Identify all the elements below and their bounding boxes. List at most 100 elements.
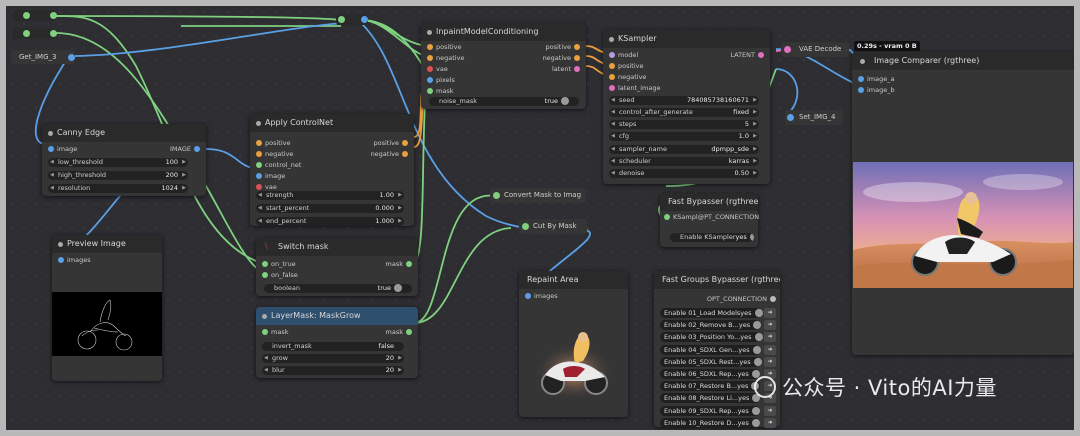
group-toggle[interactable]: Enable 08_Restore Li... yes <box>660 393 761 404</box>
slot-dot[interactable] <box>262 329 268 335</box>
group-toggle-row[interactable]: Enable 03_Position Yo... yes ➜ <box>660 332 780 343</box>
group-toggle[interactable]: Enable 03_Position Yo... yes <box>660 332 763 343</box>
ksampler-node[interactable]: KSampler model positive negative latent_… <box>603 30 770 184</box>
sampler-name-widget[interactable]: sampler_name dpmpp_sde <box>609 145 759 154</box>
input-slot-control-net[interactable]: control_net <box>256 161 301 169</box>
input-slot-negative[interactable]: negative <box>256 150 293 158</box>
navigate-arrow-icon[interactable]: ➜ <box>764 356 776 367</box>
input-slot-image[interactable]: image <box>48 145 77 153</box>
input-slot-images[interactable]: images <box>525 292 558 300</box>
output-slot-positive[interactable]: positive <box>546 43 580 51</box>
collapse-dot[interactable] <box>48 131 53 136</box>
navigate-arrow-icon[interactable]: ➜ <box>764 320 776 331</box>
output-slot-negative[interactable]: negative <box>371 150 408 158</box>
input-slot-negative[interactable]: negative <box>427 54 464 62</box>
input-slot-image[interactable]: image <box>256 172 285 180</box>
node-header[interactable]: Fast Groups Bypasser (rgthree) <box>654 271 780 289</box>
group-toggle-row[interactable]: Enable 05_SDXL Rest... yes ➜ <box>660 356 780 367</box>
output-slot-opt-connection[interactable]: OPT_CONNECTION <box>707 295 776 303</box>
slot-dot[interactable] <box>758 52 764 58</box>
group-toggle[interactable]: Enable 07_Restore B... yes <box>660 381 760 392</box>
collapse-dot[interactable] <box>58 242 63 247</box>
group-toggle[interactable]: Enable 09_SDXL Rep... yes <box>660 405 760 416</box>
apply-controlnet-node[interactable]: Apply ControlNet positive negative contr… <box>250 114 414 226</box>
node-header[interactable]: KSampler <box>603 30 770 48</box>
comparison-image[interactable] <box>853 162 1073 288</box>
control-after-generate-widget[interactable]: control_after_generate fixed <box>609 108 759 117</box>
input-slot-dot[interactable] <box>522 223 529 230</box>
navigate-arrow-icon[interactable]: ➜ <box>764 405 776 416</box>
enable-ksampler-toggle[interactable]: Enable KSampler yes <box>670 233 754 242</box>
slot-dot[interactable] <box>427 44 433 50</box>
output-slot-latent[interactable]: LATENT <box>730 51 764 59</box>
fast-bypasser-node[interactable]: Fast Bypasser (rgthree) KSampl@PT_CONNEC… <box>660 193 759 247</box>
reroute-dot[interactable] <box>50 30 57 37</box>
slot-dot[interactable] <box>664 214 670 220</box>
slot-dot[interactable] <box>427 66 433 72</box>
image-comparer-node[interactable]: Image Comparer (rgthree) image_a image_b <box>852 52 1074 355</box>
node-header[interactable]: Apply ControlNet <box>250 114 414 132</box>
input-slot-image-b[interactable]: image_b <box>858 86 895 94</box>
seed-widget[interactable]: seed 784085738160671 <box>609 96 759 105</box>
canny-edge-node[interactable]: Canny Edge image IMAGE low_threshold100 … <box>42 124 206 196</box>
resolution-widget[interactable]: resolution 1024 <box>48 184 188 193</box>
collapse-dot[interactable] <box>427 30 432 35</box>
slot-dot[interactable] <box>402 151 408 157</box>
end-percent-widget[interactable]: end_percent 1.000 <box>256 217 404 226</box>
navigate-arrow-icon[interactable]: ➜ <box>764 417 776 428</box>
reroute-dot[interactable] <box>361 16 368 23</box>
slot-dot[interactable] <box>858 87 864 93</box>
node-header[interactable]: Fast Bypasser (rgthree) <box>660 193 758 211</box>
input-slot-vae[interactable]: vae <box>256 183 277 191</box>
node-header[interactable]: ⧹ Switch mask <box>256 238 418 256</box>
collapse-dot[interactable] <box>609 37 614 42</box>
toggle-knob[interactable] <box>394 284 402 292</box>
layermask-grow-node[interactable]: LayerMask: MaskGrow mask mask invert_mas… <box>256 307 418 378</box>
scheduler-widget[interactable]: scheduler karras <box>609 157 759 166</box>
output-slot-negative[interactable]: negative <box>543 54 580 62</box>
input-slot-model[interactable]: model <box>609 51 638 59</box>
slot-dot[interactable] <box>574 55 580 61</box>
slot-dot[interactable] <box>609 74 615 80</box>
output-slot-image[interactable]: IMAGE <box>170 145 200 153</box>
repaint-area-node[interactable]: Repaint Area images <box>519 271 628 417</box>
get-img-node[interactable]: Get_IMG_3 <box>11 50 75 64</box>
group-toggle-row[interactable]: Enable 04_SDXL Gen... yes ➜ <box>660 344 780 355</box>
input-slot-images[interactable]: images <box>58 256 91 264</box>
collapse-dot[interactable] <box>860 59 865 64</box>
input-slot-pixels[interactable]: pixels <box>427 76 455 84</box>
preview-image-node[interactable]: Preview Image images <box>52 235 162 381</box>
slot-dot[interactable] <box>858 76 864 82</box>
node-header[interactable]: Canny Edge <box>42 124 206 142</box>
toggle-knob[interactable] <box>751 406 760 415</box>
slot-dot[interactable] <box>256 162 262 168</box>
slot-dot[interactable] <box>194 146 200 152</box>
navigate-arrow-icon[interactable]: ➜ <box>764 344 776 355</box>
input-slot-vae[interactable]: vae <box>427 65 448 73</box>
high-threshold-widget[interactable]: high_threshold 200 <box>48 171 188 180</box>
slot-dot[interactable] <box>402 140 408 146</box>
slot-dot[interactable] <box>770 296 776 302</box>
noise-mask-toggle[interactable]: noise_mask true <box>429 97 579 106</box>
slot-dot[interactable] <box>58 257 64 263</box>
boolean-toggle[interactable]: boolean true <box>264 284 412 293</box>
input-slot-positive[interactable]: positive <box>256 139 291 147</box>
low-threshold-widget[interactable]: low_threshold 100 <box>48 158 188 167</box>
toggle-knob[interactable] <box>753 357 762 366</box>
cut-by-mask-node[interactable]: Cut By Mask <box>519 219 587 234</box>
slot-dot[interactable] <box>262 261 268 267</box>
output-slot-dot[interactable] <box>68 54 75 61</box>
collapse-dot[interactable] <box>262 314 267 319</box>
group-toggle-row[interactable]: Enable 10_Restore D... yes ➜ <box>660 417 780 428</box>
group-toggle[interactable]: Enable 01_Load Models yes <box>660 308 763 318</box>
strength-widget[interactable]: strength 1.00 <box>256 191 404 200</box>
node-header[interactable]: Preview Image <box>52 235 162 253</box>
toggle-knob[interactable] <box>754 309 763 317</box>
start-percent-widget[interactable]: start_percent 0.000 <box>256 204 404 213</box>
group-toggle-row[interactable]: Enable 01_Load Models yes ➜ <box>660 308 780 318</box>
grow-widget[interactable]: grow 20 <box>262 354 404 363</box>
node-header[interactable]: Image Comparer (rgthree) <box>852 52 1074 70</box>
node-header[interactable]: Repaint Area <box>519 271 628 289</box>
group-toggle[interactable]: Enable 02_Remove B... yes <box>660 320 762 331</box>
switch-mask-node[interactable]: ⧹ Switch mask on_true on_false mask boole… <box>256 238 418 296</box>
